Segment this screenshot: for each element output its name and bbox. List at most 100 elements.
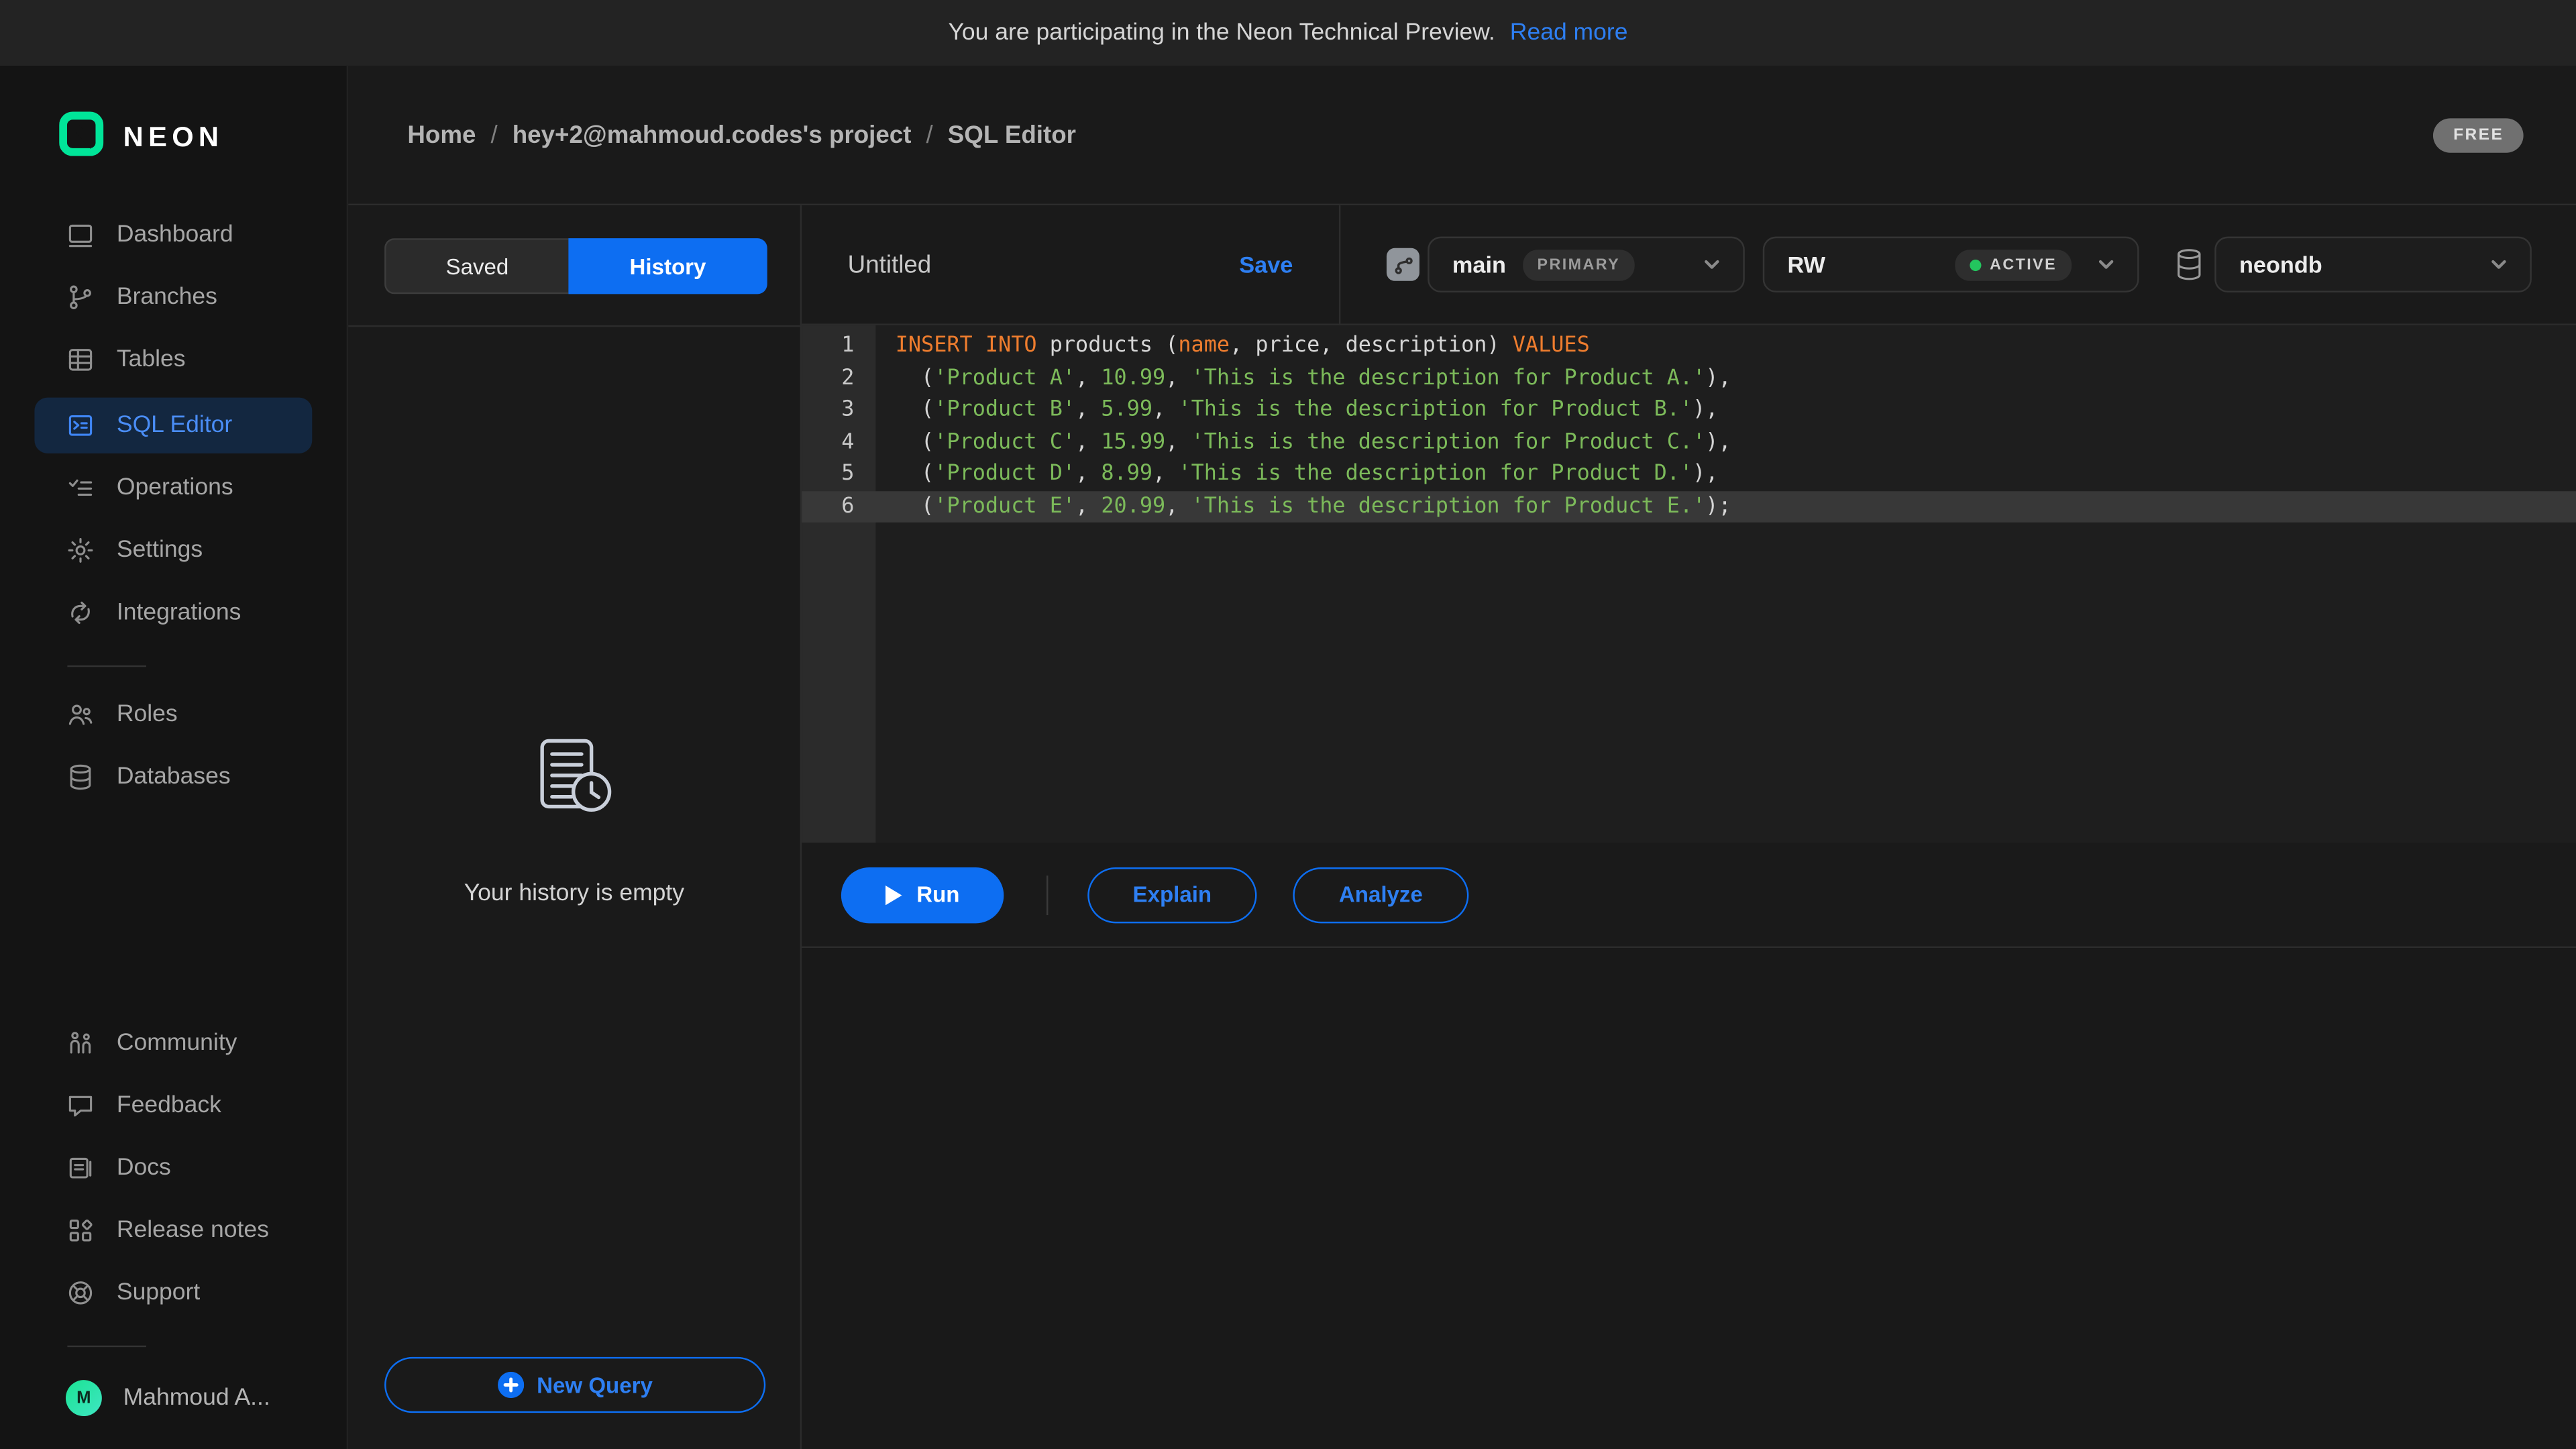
results-panel [802, 948, 2576, 1449]
explain-button[interactable]: Explain [1087, 867, 1256, 922]
sql-code-text: ('Product A', 10.99, 'This is the descri… [896, 366, 1731, 391]
branches-icon [66, 282, 95, 312]
sidebar-item-label: Integrations [117, 600, 241, 626]
database-name: neondb [2239, 252, 2322, 278]
plan-badge: FREE [2434, 117, 2524, 152]
line-number: 1 [802, 334, 875, 359]
read-more-link[interactable]: Read more [1510, 19, 1628, 46]
sql-token: ( [896, 398, 934, 423]
sidebar-item-branches[interactable]: Branches [34, 273, 312, 322]
sidebar-item-release-notes[interactable]: Release notes [34, 1206, 312, 1255]
sql-token: ), [1693, 462, 1718, 487]
sidebar-item-integrations[interactable]: Integrations [34, 588, 312, 637]
sql-token: 'This is the description for Product E.' [1191, 494, 1706, 519]
sql-token: 'This is the description for Product A.' [1191, 366, 1706, 391]
sidebar-item-tables[interactable]: Tables [34, 335, 312, 384]
sql-token: , [1165, 494, 1191, 519]
sql-code-line: 2 ('Product A', 10.99, 'This is the desc… [802, 362, 2576, 394]
sql-code-text: INSERT INTO products (name, price, descr… [896, 334, 1590, 359]
database-icon [2175, 248, 2203, 281]
query-action-bar: Run Explain Analyze [802, 843, 2576, 948]
sidebar-item-label: Community [117, 1030, 237, 1057]
run-button[interactable]: Run [841, 867, 1004, 922]
sql-token: ( [896, 462, 934, 487]
sql-token: ), [1705, 366, 1731, 391]
history-empty-message: Your history is empty [348, 881, 800, 907]
sql-token: ( [896, 366, 934, 391]
sql-token: , [1075, 430, 1101, 455]
sql-token: , price, description) [1230, 334, 1513, 359]
branch-select[interactable]: main PRIMARY [1428, 237, 1745, 292]
gear-icon [66, 535, 95, 565]
avatar: M [66, 1380, 102, 1416]
support-nav: Community Feedback Docs Release notes Suppor… [0, 1018, 347, 1330]
primary-nav: Dashboard Branches Tables SQL Editor Operati… [0, 210, 347, 650]
breadcrumb-project[interactable]: hey+2@mahmoud.codes's project [513, 121, 912, 149]
secondary-nav: Roles Databases [0, 690, 347, 815]
sql-code-text: ('Product B', 5.99, 'This is the descrip… [896, 398, 1719, 423]
sql-code-line: 5 ('Product D', 8.99, 'This is the descr… [802, 458, 2576, 490]
sidebar-item-support[interactable]: Support [34, 1269, 312, 1318]
sidebar-item-operations[interactable]: Operations [34, 464, 312, 513]
new-query-label: New Query [537, 1373, 653, 1397]
databases-icon [66, 762, 95, 792]
queries-tabs: Saved History [348, 205, 800, 327]
sql-token: 'Product A' [934, 366, 1075, 391]
sql-code-line: 3 ('Product B', 5.99, 'This is the descr… [802, 394, 2576, 427]
sidebar-item-label: Release notes [117, 1218, 269, 1244]
sidebar-item-roles[interactable]: Roles [34, 690, 312, 739]
active-badge: ACTIVE [1955, 249, 2072, 280]
sidebar: NEON Dashboard Branches Tables SQL Editor Op… [0, 66, 348, 1449]
tables-icon [66, 345, 95, 374]
tab-history[interactable]: History [568, 238, 767, 294]
line-number: 4 [802, 430, 875, 455]
tab-saved[interactable]: Saved [384, 238, 568, 294]
sidebar-item-docs[interactable]: Docs [34, 1143, 312, 1192]
sql-code-line: 6 ('Product E', 20.99, 'This is the desc… [802, 490, 2576, 523]
analyze-button[interactable]: Analyze [1293, 867, 1468, 922]
sql-token: 'Product C' [934, 430, 1075, 455]
sql-code-line: 4 ('Product C', 15.99, 'This is the desc… [802, 427, 2576, 459]
sql-token: , [1075, 462, 1101, 487]
sql-token: 'Product B' [934, 398, 1075, 423]
query-title[interactable]: Untitled [848, 250, 932, 278]
editor-header: Untitled Save main PRIMARY [802, 205, 2576, 325]
user-menu[interactable]: M Mahmoud A... [34, 1380, 312, 1416]
plus-icon [497, 1372, 523, 1398]
action-divider [1046, 875, 1048, 914]
sidebar-item-sql-editor[interactable]: SQL Editor [34, 398, 312, 453]
sql-token: , [1152, 398, 1178, 423]
sidebar-item-databases[interactable]: Databases [34, 753, 312, 802]
header-divider [1339, 205, 1340, 325]
sql-code-text: ('Product E', 20.99, 'This is the descri… [896, 494, 1731, 519]
user-name: Mahmoud A... [123, 1385, 270, 1411]
save-button[interactable]: Save [1239, 252, 1293, 278]
new-query-button[interactable]: New Query [384, 1357, 765, 1413]
chevron-down-icon [2487, 253, 2510, 276]
sidebar-item-label: SQL Editor [117, 413, 232, 439]
sql-token: 'This is the description for Product B.' [1178, 398, 1693, 423]
sql-code-text: ('Product C', 15.99, 'This is the descri… [896, 430, 1731, 455]
topbar: Home / hey+2@mahmoud.codes's project / S… [348, 66, 2576, 204]
sidebar-item-feedback[interactable]: Feedback [34, 1081, 312, 1130]
breadcrumb-home[interactable]: Home [407, 121, 476, 149]
sidebar-divider [67, 665, 146, 667]
sidebar-item-label: Dashboard [117, 222, 233, 248]
sidebar-item-dashboard[interactable]: Dashboard [34, 210, 312, 259]
sidebar-item-community[interactable]: Community [34, 1018, 312, 1067]
sql-code-editor[interactable]: 1 INSERT INTO products (name, price, desc… [802, 325, 2576, 843]
sidebar-item-label: Databases [117, 764, 231, 790]
sidebar-item-settings[interactable]: Settings [34, 526, 312, 575]
branch-icon-button[interactable] [1387, 248, 1419, 281]
sql-token: ), [1705, 430, 1731, 455]
sql-token: 5.99 [1101, 398, 1152, 423]
sql-token: , [1075, 366, 1101, 391]
compute-select[interactable]: RW ACTIVE [1763, 237, 2139, 292]
sql-token: VALUES [1513, 334, 1590, 359]
history-list: Your history is empty New Query [348, 327, 800, 1449]
sidebar-item-label: Settings [117, 537, 203, 564]
breadcrumb-separator: / [490, 121, 497, 149]
sql-token: 'Product D' [934, 462, 1075, 487]
database-select[interactable]: neondb [2214, 237, 2532, 292]
neon-logo[interactable]: NEON [59, 112, 347, 164]
